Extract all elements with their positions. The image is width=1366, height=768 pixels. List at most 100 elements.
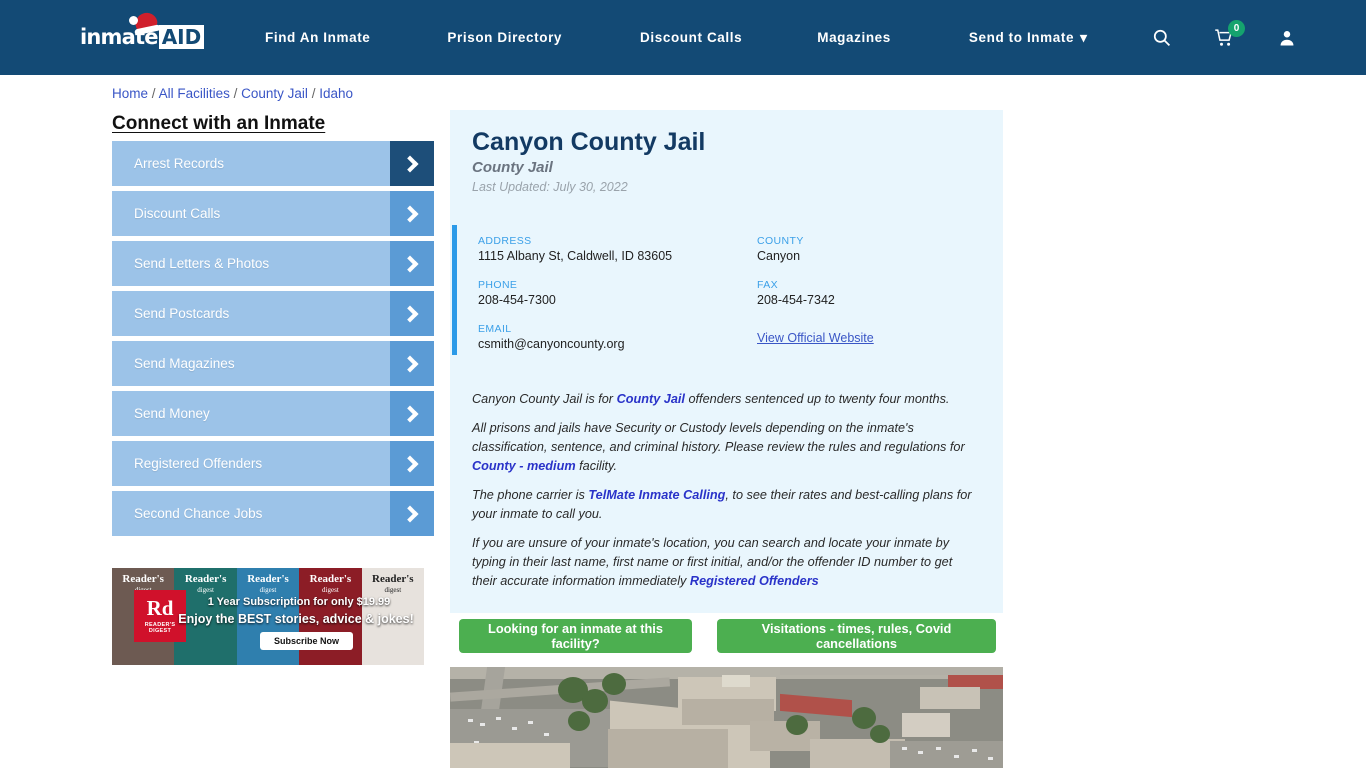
breadcrumb-item-home[interactable]: Home — [112, 86, 148, 101]
breadcrumb-item-all-facilities[interactable]: All Facilities — [159, 86, 230, 101]
sidebar-item-label: Arrest Records — [134, 156, 225, 171]
chevron-right-icon — [390, 241, 434, 286]
breadcrumb: Home / All Facilities / County Jail / Id… — [112, 86, 353, 101]
official-website-link[interactable]: View Official Website — [757, 331, 874, 345]
ad-cover-title: Reader's — [184, 573, 227, 585]
sidebar-item-send-postcards[interactable]: Send Postcards — [112, 291, 434, 336]
nav-link-prison-directory[interactable]: Prison Directory — [447, 30, 562, 45]
contact-column-left: ADDRESS 1115 Albany St, Caldwell, ID 836… — [478, 235, 738, 367]
visitations-button[interactable]: Visitations - times, rules, Covid cancel… — [717, 619, 996, 653]
sidebar-item-registered-offenders[interactable]: Registered Offenders — [112, 441, 434, 486]
contact-column-right: COUNTY Canyon FAX 208-454-7342 View Offi… — [757, 235, 987, 347]
primary-nav: Find An Inmate Prison Directory Discount… — [265, 0, 1087, 75]
email-value: csmith@canyoncounty.org — [478, 337, 625, 351]
chevron-right-icon — [390, 191, 434, 236]
breadcrumb-separator: / — [151, 86, 156, 101]
user-icon[interactable] — [1270, 21, 1304, 55]
phone-value: 208-454-7300 — [478, 293, 556, 307]
chevron-right-icon — [390, 441, 434, 486]
accent-bar — [452, 225, 457, 355]
description-paragraph-2: All prisons and jails have Security or C… — [472, 419, 980, 476]
sidebar-item-label: Send Letters & Photos — [134, 256, 270, 271]
breadcrumb-item-idaho[interactable]: Idaho — [319, 86, 353, 101]
sidebar-heading: Connect with an Inmate — [112, 113, 326, 134]
address-value: 1115 Albany St, Caldwell, ID 83605 — [478, 249, 673, 263]
sidebar-item-label: Send Money — [134, 406, 210, 421]
fax-value: 208-454-7342 — [757, 293, 835, 307]
ad-subheadline: Enjoy the BEST stories, advice & jokes! — [178, 612, 414, 626]
desc-text: Canyon County Jail is for — [472, 392, 617, 406]
chevron-right-icon — [390, 391, 434, 436]
desc-text: offenders sentenced up to twenty four mo… — [684, 392, 950, 406]
facility-aerial-photo — [450, 667, 1003, 768]
page-title: Canyon County Jail — [472, 128, 706, 156]
sidebar-item-second-chance-jobs[interactable]: Second Chance Jobs — [112, 491, 434, 536]
top-navbar: inmate AID Find An Inmate Prison Directo… — [0, 0, 1366, 75]
cart-count-badge: 0 — [1228, 19, 1245, 37]
advertisement-banner[interactable]: Reader's digest Reader's digest Reader's… — [112, 568, 424, 665]
breadcrumb-separator: / — [233, 86, 238, 101]
address-label: ADDRESS — [478, 235, 532, 247]
breadcrumb-separator: / — [311, 86, 316, 101]
desc-link-county-jail[interactable]: County Jail — [617, 392, 685, 406]
chevron-right-icon — [390, 291, 434, 336]
nav-link-discount-calls[interactable]: Discount Calls — [640, 30, 742, 45]
sidebar-item-send-magazines[interactable]: Send Magazines — [112, 341, 434, 386]
cart-icon[interactable]: 0 — [1207, 19, 1245, 55]
logo-aid-badge: AID — [158, 25, 205, 49]
email-label: EMAIL — [478, 323, 512, 335]
sidebar-item-send-money[interactable]: Send Money — [112, 391, 434, 436]
nav-link-magazines[interactable]: Magazines — [817, 30, 891, 45]
description-paragraph-3: The phone carrier is TelMate Inmate Call… — [472, 486, 980, 524]
ad-cover-title: Reader's — [122, 573, 164, 585]
ad-cover-sub: digest — [259, 586, 277, 594]
ad-cover-title: Reader's — [309, 573, 352, 585]
ad-cover-sub: digest — [322, 586, 339, 594]
desc-link-registered-offenders[interactable]: Registered Offenders — [690, 574, 819, 588]
county-label: COUNTY — [757, 235, 804, 247]
find-inmate-button[interactable]: Looking for an inmate at this facility? — [459, 619, 692, 653]
sidebar-item-label: Second Chance Jobs — [134, 506, 263, 521]
facility-type: County Jail — [472, 159, 553, 176]
nav-link-find-an-inmate[interactable]: Find An Inmate — [265, 30, 370, 45]
fax-label: FAX — [757, 279, 779, 291]
site-logo[interactable]: inmate AID — [80, 10, 205, 52]
chevron-right-icon — [390, 491, 434, 536]
description-paragraph-1: Canyon County Jail is for County Jail of… — [472, 390, 980, 409]
chevron-right-icon — [390, 141, 434, 186]
desc-text: The phone carrier is — [472, 488, 589, 502]
desc-text: All prisons and jails have Security or C… — [472, 421, 965, 454]
ad-headline: 1 Year Subscription for only $19.99 — [207, 596, 391, 608]
santa-hat-pom-icon — [129, 16, 138, 25]
sidebar-item-send-letters-photos[interactable]: Send Letters & Photos — [112, 241, 434, 286]
sidebar-item-label: Send Magazines — [134, 356, 235, 371]
chevron-right-icon — [390, 341, 434, 386]
desc-text: facility. — [575, 459, 617, 473]
last-updated: Last Updated: July 30, 2022 — [472, 180, 628, 194]
chevron-down-icon: ▾ — [1080, 29, 1088, 45]
sidebar-item-label: Registered Offenders — [134, 456, 263, 471]
nav-link-send-to-inmate[interactable]: Send to Inmate ▾ — [969, 30, 1088, 46]
sidebar-item-arrest-records[interactable]: Arrest Records — [112, 141, 434, 186]
sidebar-item-label: Discount Calls — [134, 206, 221, 221]
nav-send-to-inmate-label: Send to Inmate — [968, 29, 1075, 45]
nav-utility-icons: 0 — [1144, 0, 1366, 75]
ad-cover-title: Reader's — [247, 573, 289, 585]
phone-label: PHONE — [478, 279, 518, 291]
contact-info-block: ADDRESS 1115 Albany St, Caldwell, ID 836… — [452, 225, 1001, 355]
search-icon[interactable] — [1144, 21, 1178, 55]
facility-detail-card: Canyon County Jail County Jail Last Upda… — [450, 110, 1003, 613]
facility-description: Canyon County Jail is for County Jail of… — [472, 390, 980, 601]
desc-link-county-medium[interactable]: County - medium — [472, 459, 576, 473]
sidebar-nav: Arrest Records Discount Calls Send Lette… — [112, 141, 434, 541]
ad-cover-title: Reader's — [372, 573, 414, 585]
description-paragraph-4: If you are unsure of your inmate's locat… — [472, 534, 980, 591]
sidebar-item-label: Send Postcards — [134, 306, 230, 321]
sidebar-item-discount-calls[interactable]: Discount Calls — [112, 191, 434, 236]
ad-cover-sub: digest — [384, 586, 402, 594]
county-value: Canyon — [757, 249, 801, 263]
desc-link-telmate[interactable]: TelMate Inmate Calling — [588, 488, 725, 502]
breadcrumb-item-county-jail[interactable]: County Jail — [241, 86, 308, 101]
ad-subscribe-button[interactable]: Subscribe Now — [260, 632, 354, 650]
ad-brand-mark: Rd — [146, 596, 174, 620]
